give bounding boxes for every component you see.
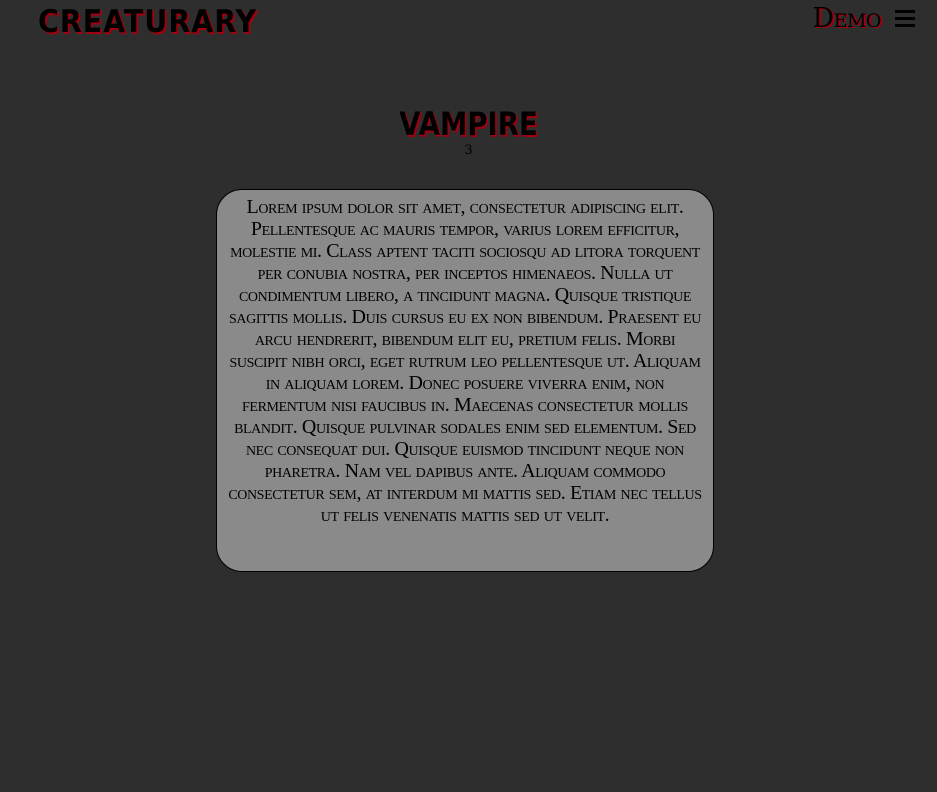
description-card: Lorem ipsum dolor sit amet, consectetur … bbox=[216, 189, 714, 572]
hamburger-menu-icon[interactable] bbox=[893, 6, 917, 32]
page-title: Vampire bbox=[0, 104, 937, 144]
site-logo[interactable]: Creaturary bbox=[38, 4, 257, 40]
page-title-text: Vampire bbox=[399, 105, 538, 143]
page-number: 3 bbox=[464, 143, 473, 158]
description-text: Lorem ipsum dolor sit amet, consectetur … bbox=[228, 196, 702, 526]
site-header: Creaturary Demo bbox=[0, 0, 937, 48]
nav-demo-link[interactable]: Demo bbox=[812, 2, 881, 36]
